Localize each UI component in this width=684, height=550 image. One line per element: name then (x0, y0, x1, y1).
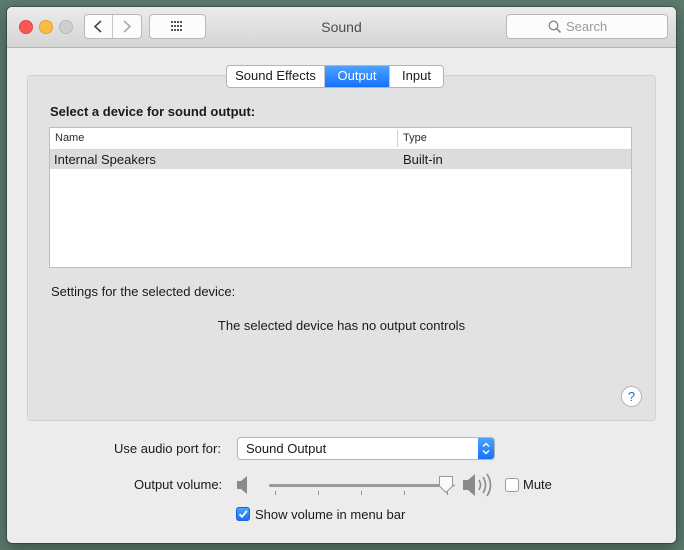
column-divider (397, 130, 398, 147)
sound-preferences-window: Sound Search Sound Effects Output Input … (7, 7, 676, 543)
help-button[interactable]: ? (621, 386, 642, 407)
checkmark-icon (238, 510, 248, 519)
table-header: Name Type (50, 128, 631, 150)
slider-tick (361, 491, 362, 495)
no-controls-message: The selected device has no output contro… (217, 318, 466, 333)
speaker-low-icon (237, 476, 247, 494)
search-placeholder: Search (566, 19, 608, 34)
slider-tick (275, 491, 276, 495)
speaker-high-icon (463, 473, 492, 497)
device-table: Name Type Internal Speakers Built-in (49, 127, 632, 268)
tab-output[interactable]: Output (325, 66, 390, 87)
device-name: Internal Speakers (54, 152, 156, 167)
output-volume-label: Output volume: (134, 477, 223, 492)
column-header-name[interactable]: Name (55, 132, 84, 144)
column-header-type[interactable]: Type (403, 132, 427, 144)
audio-port-popup[interactable]: Sound Output (237, 437, 495, 460)
device-type: Built-in (403, 152, 443, 167)
chevron-up-down-icon (482, 442, 490, 455)
tab-bar: Sound Effects Output Input (226, 65, 444, 88)
title-bar: Sound Search (7, 7, 676, 48)
search-field[interactable]: Search (506, 14, 668, 39)
slider-tick (404, 491, 405, 495)
audio-port-value: Sound Output (246, 441, 327, 456)
search-icon (548, 20, 562, 34)
mute-checkbox[interactable] (505, 478, 519, 492)
tab-input[interactable]: Input (390, 66, 443, 87)
show-volume-checkbox[interactable] (236, 507, 250, 521)
tab-sound-effects[interactable]: Sound Effects (227, 66, 325, 87)
popup-arrows (478, 438, 494, 459)
volume-fill (269, 484, 446, 487)
settings-label: Settings for the selected device: (51, 284, 236, 299)
volume-knob[interactable] (438, 475, 454, 494)
volume-slider[interactable] (269, 484, 455, 487)
audio-port-label: Use audio port for: (114, 441, 221, 456)
device-heading: Select a device for sound output: (50, 104, 256, 119)
table-row[interactable]: Internal Speakers Built-in (50, 150, 631, 169)
show-volume-label[interactable]: Show volume in menu bar (255, 507, 405, 522)
mute-label[interactable]: Mute (523, 477, 552, 492)
slider-tick (318, 491, 319, 495)
